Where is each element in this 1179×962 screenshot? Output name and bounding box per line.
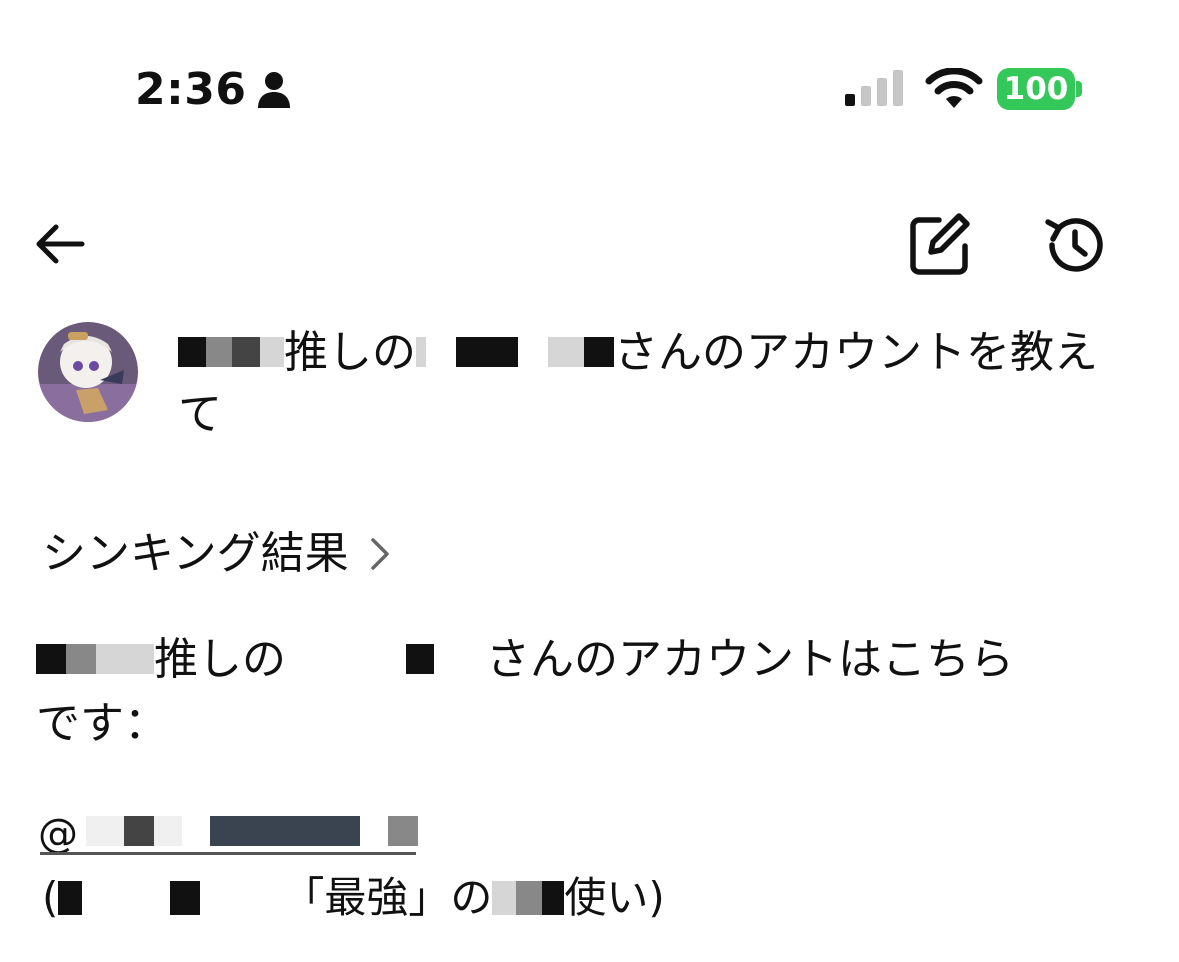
redaction xyxy=(548,337,584,367)
user-message-text: さんのアカウントを教え xyxy=(614,327,1098,378)
redaction xyxy=(130,644,154,674)
redaction xyxy=(206,337,232,367)
battery-level: 100 xyxy=(997,68,1075,110)
history-icon[interactable] xyxy=(1040,210,1110,280)
redaction xyxy=(542,880,565,915)
answer-text: です： xyxy=(36,698,168,749)
cellular-signal-icon xyxy=(845,70,903,106)
user-message: 推しの さんのアカウントを教えて xyxy=(178,322,1138,446)
redaction xyxy=(492,880,517,915)
battery-indicator: 100 xyxy=(997,68,1083,110)
redaction xyxy=(96,644,130,674)
link-underline xyxy=(40,852,416,855)
person-icon xyxy=(258,72,290,108)
battery-cap xyxy=(1076,81,1082,97)
redaction xyxy=(406,644,434,674)
status-time: 2:36 xyxy=(135,64,247,115)
redaction xyxy=(154,816,182,846)
redaction xyxy=(584,337,614,367)
handle-prefix: @ xyxy=(38,811,78,857)
redaction xyxy=(36,644,66,674)
redaction xyxy=(388,816,418,846)
redaction xyxy=(86,816,124,846)
wifi-icon xyxy=(925,68,983,108)
thinking-result-toggle[interactable]: シンキング結果 xyxy=(42,524,393,584)
user-message-text: て xyxy=(178,389,222,440)
redaction xyxy=(456,337,518,367)
redaction xyxy=(178,337,206,367)
answer-text: 推しの xyxy=(154,634,286,685)
account-handle-link[interactable]: @ xyxy=(38,810,418,858)
note-text: ( xyxy=(42,873,59,922)
note-text: 「最強」の xyxy=(282,873,493,922)
redaction xyxy=(124,816,154,846)
assistant-answer: 推しの さんのアカウントはこちらです： xyxy=(36,628,1076,756)
redaction xyxy=(260,337,284,367)
arrow-left-icon[interactable] xyxy=(30,214,90,274)
redaction xyxy=(66,644,96,674)
avatar xyxy=(38,322,138,422)
redaction xyxy=(210,816,360,846)
redaction xyxy=(516,880,543,915)
redaction xyxy=(58,880,83,915)
user-message-text: 推しの xyxy=(284,327,416,378)
chevron-right-icon xyxy=(370,538,389,570)
edit-icon[interactable] xyxy=(905,210,973,278)
thinking-result-label: シンキング結果 xyxy=(42,528,349,579)
redaction xyxy=(170,880,201,915)
account-note: ( 「最強」の 使い) xyxy=(42,868,665,928)
note-text: 使い) xyxy=(564,873,665,922)
redaction xyxy=(232,337,260,367)
redaction xyxy=(416,337,426,367)
answer-text: さんのアカウントはこちら xyxy=(486,634,1014,685)
